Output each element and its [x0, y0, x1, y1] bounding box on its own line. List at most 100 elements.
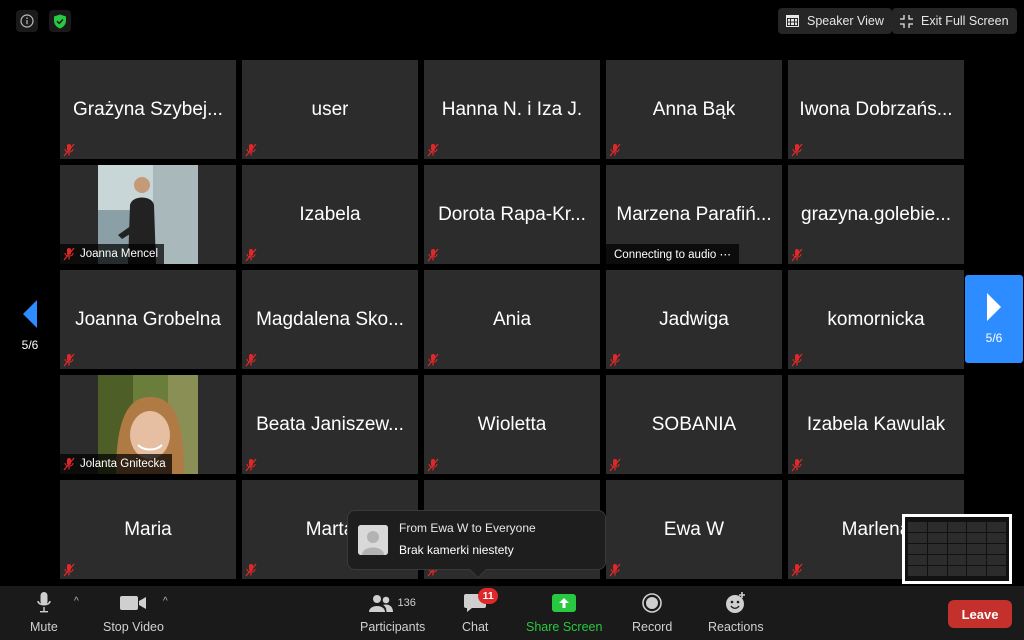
avatar	[358, 525, 388, 555]
previous-page-button[interactable]: 5/6	[8, 300, 52, 360]
thumbnail-cell	[947, 555, 967, 565]
reactions-button[interactable]: Reactions	[708, 592, 764, 634]
mic-off-icon	[426, 458, 440, 472]
stop-video-button[interactable]: Stop Video	[103, 592, 164, 634]
thumbnail-cell	[987, 544, 1006, 554]
video-options-chevron-icon[interactable]: ^	[163, 596, 168, 607]
participant-name: Jadwiga	[659, 308, 729, 330]
participant-name: Ania	[492, 308, 532, 330]
participant-tile[interactable]: Izabela Kawulak	[788, 375, 964, 474]
participant-tile[interactable]: Hanna N. i Iza J.	[424, 60, 600, 159]
thumbnail-cell	[967, 522, 987, 532]
mic-off-icon	[426, 143, 440, 157]
participant-tile[interactable]: Beata Janiszew...	[242, 375, 418, 474]
thumbnail-cell	[927, 533, 947, 543]
chat-notification[interactable]: From Ewa W to Everyone Brak kamerki nies…	[347, 510, 606, 579]
participants-icon	[369, 595, 394, 612]
participant-tile[interactable]: komornicka	[788, 270, 964, 369]
mic-off-icon	[244, 458, 258, 472]
mute-button[interactable]: Mute	[30, 592, 58, 634]
participant-name: Maria	[124, 518, 172, 540]
mic-off-icon	[62, 247, 76, 261]
participant-tile[interactable]: user	[242, 60, 418, 159]
mic-off-icon	[62, 143, 76, 157]
participant-name: Dorota Rapa-Kr...	[438, 203, 586, 225]
thumbnail-cell	[927, 544, 947, 554]
participant-tile[interactable]: Wioletta	[424, 375, 600, 474]
participant-name: SOBANIA	[651, 413, 737, 435]
reactions-label: Reactions	[708, 620, 764, 634]
meeting-toolbar: Mute ^ Stop Video ^ 136 Participants 11 …	[0, 586, 1024, 640]
thumbnail-cell	[987, 533, 1006, 543]
chat-button[interactable]: 11 Chat	[462, 588, 499, 634]
participant-tile[interactable]: grazyna.golebie...	[788, 165, 964, 264]
next-page-button[interactable]: 5/6	[965, 275, 1023, 363]
mic-off-icon	[426, 353, 440, 367]
thumbnail-cell	[927, 566, 947, 576]
info-icon[interactable]	[16, 10, 38, 32]
shield-icon[interactable]	[49, 10, 71, 32]
participant-tile[interactable]: Iwona Dobrzańs...	[788, 60, 964, 159]
participant-name: grazyna.golebie...	[801, 203, 951, 225]
participant-tile[interactable]: Jolanta Gnitecka	[60, 375, 236, 474]
participants-button[interactable]: 136 Participants	[360, 592, 425, 634]
participant-name: Hanna N. i Iza J.	[441, 98, 583, 120]
participant-name: Marlena	[841, 518, 911, 540]
participant-tile[interactable]: Anna Bąk	[606, 60, 782, 159]
exit-full-screen-label: Exit Full Screen	[921, 14, 1009, 28]
participant-name: Iwona Dobrzańs...	[799, 98, 953, 120]
mic-off-icon	[244, 353, 258, 367]
leave-button[interactable]: Leave	[948, 600, 1012, 628]
thumbnail-cell	[947, 566, 967, 576]
mic-off-icon	[790, 248, 804, 262]
participant-grid: Grażyna Szybej... user Hanna N. i Iza J. An…	[60, 60, 964, 579]
thumbnail-cell	[947, 544, 967, 554]
participant-tile[interactable]: Joanna Mencel	[60, 165, 236, 264]
mic-off-icon	[790, 143, 804, 157]
participant-name: Magdalena Sko...	[256, 308, 404, 330]
participant-name-label: Joanna Mencel	[60, 244, 164, 264]
record-label: Record	[632, 620, 673, 634]
chevron-left-icon	[23, 300, 37, 328]
participant-tile[interactable]: Grażyna Szybej...	[60, 60, 236, 159]
participant-name: Anna Bąk	[652, 98, 736, 120]
gallery-thumbnail[interactable]	[902, 514, 1012, 584]
connection-status: Connecting to audio ⋯	[606, 244, 739, 264]
mic-off-icon	[608, 143, 622, 157]
exit-full-screen-button[interactable]: Exit Full Screen	[892, 8, 1017, 34]
participant-tile[interactable]: Maria	[60, 480, 236, 579]
participants-label: Participants	[360, 620, 426, 634]
participant-name: Izabela	[299, 203, 361, 225]
thumbnail-cell	[967, 566, 987, 576]
participant-tile[interactable]: Dorota Rapa-Kr...	[424, 165, 600, 264]
participant-tile[interactable]: SOBANIA	[606, 375, 782, 474]
page-indicator-left: 5/6	[21, 338, 39, 352]
speaker-view-button[interactable]: Speaker View	[778, 8, 892, 34]
mic-off-icon	[790, 458, 804, 472]
participant-name: Joanna Mencel	[80, 248, 158, 260]
participant-name: Joanna Grobelna	[75, 308, 221, 330]
participant-tile[interactable]: Ewa W	[606, 480, 782, 579]
reactions-icon	[725, 592, 745, 613]
chat-unread-badge: 11	[478, 588, 499, 604]
record-button[interactable]: Record	[632, 592, 672, 634]
participant-tile[interactable]: Magdalena Sko...	[242, 270, 418, 369]
share-screen-button[interactable]: Share Screen	[526, 592, 602, 634]
chat-label: Chat	[462, 620, 489, 634]
mic-off-icon	[608, 458, 622, 472]
mic-off-icon	[244, 563, 258, 577]
participant-tile[interactable]: Izabela	[242, 165, 418, 264]
participant-tile[interactable]: Marzena Parafiń... Connecting to audio ⋯	[606, 165, 782, 264]
participant-tile[interactable]: Joanna Grobelna	[60, 270, 236, 369]
thumbnail-cell	[967, 555, 987, 565]
thumbnail-cell	[927, 522, 947, 532]
participant-name: user	[311, 98, 349, 120]
participant-tile[interactable]: Ania	[424, 270, 600, 369]
thumbnail-cell	[967, 533, 987, 543]
top-bar: Speaker View Exit Full Screen	[0, 0, 1024, 42]
mic-off-icon	[62, 353, 76, 367]
thumbnail-cell	[947, 522, 967, 532]
thumbnail-cell	[908, 522, 927, 532]
participant-tile[interactable]: Jadwiga	[606, 270, 782, 369]
mute-options-chevron-icon[interactable]: ^	[74, 596, 79, 607]
